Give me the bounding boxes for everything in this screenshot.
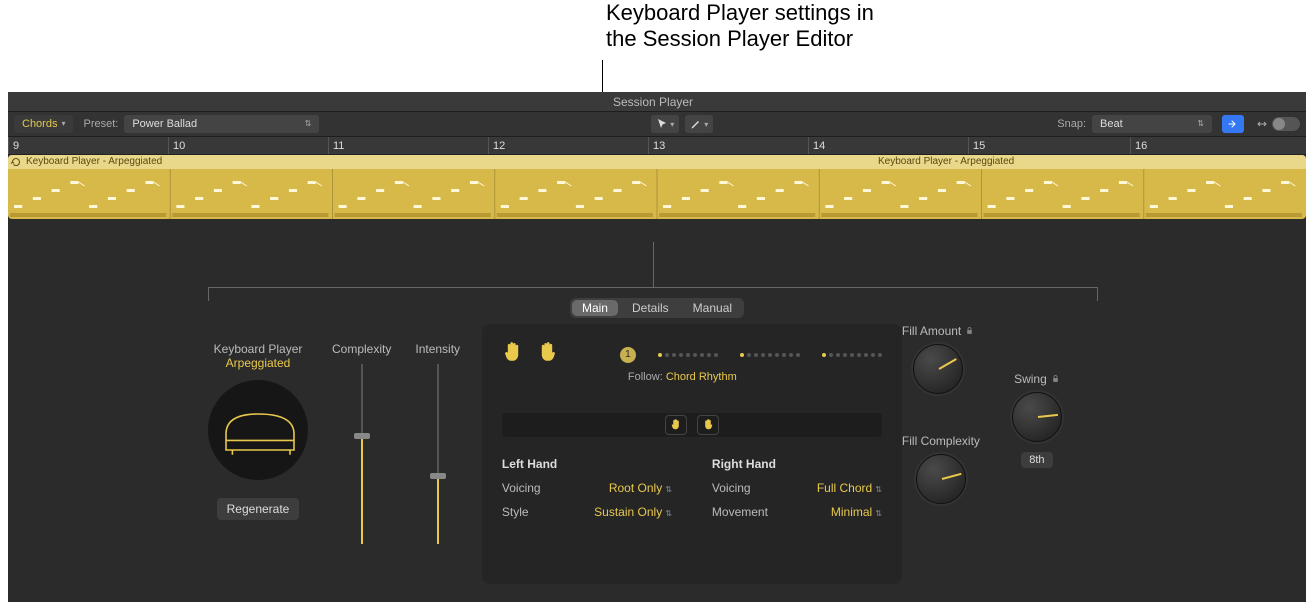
preset-label: Preset: [83, 118, 118, 130]
right-hand-column: Right Hand Voicing Full Chord⇅ Movement … [712, 457, 882, 529]
rh-movement-select[interactable]: Minimal⇅ [831, 505, 882, 519]
preset-select[interactable]: Power Ballad ⇅ [124, 115, 319, 133]
lock-icon[interactable] [1051, 372, 1060, 386]
tab-details[interactable]: Details [620, 298, 681, 318]
piano-icon [218, 400, 298, 460]
chevron-down-icon: ▾ [704, 120, 708, 129]
variation-strip-a[interactable] [658, 353, 718, 357]
fill-complexity-block: Fill Complexity [902, 434, 980, 510]
bar-marker: 16 [1130, 137, 1147, 154]
session-player-window: Session Player Chords ▾ Preset: Power Ba… [8, 92, 1306, 602]
intensity-label: Intensity [415, 342, 460, 356]
follow-label: Follow: [628, 371, 663, 383]
hand-preview-bar [502, 413, 882, 437]
intensity-slider-block: Intensity [415, 342, 460, 544]
loop-icon [10, 156, 22, 168]
swing-block: Swing 8th [1012, 372, 1062, 468]
follow-setting[interactable]: Follow: Chord Rhythm [628, 371, 882, 383]
complexity-slider-block: Complexity [332, 342, 391, 544]
swing-label: Swing [1014, 372, 1047, 386]
right-hand-title: Right Hand [712, 457, 882, 471]
catch-playhead-button[interactable] [1222, 115, 1244, 133]
rh-movement-label: Movement [712, 505, 768, 519]
region-name-1: Keyboard Player - Arpeggiated [26, 155, 162, 169]
snap-select[interactable]: Beat ⇅ [1092, 115, 1212, 133]
lh-voicing-select[interactable]: Root Only⇅ [609, 481, 672, 495]
swing-knob[interactable] [1012, 392, 1062, 442]
left-hand-icon[interactable] [502, 340, 524, 369]
region-name-2: Keyboard Player - Arpeggiated [878, 155, 1014, 169]
chord-track-label: Chords [22, 115, 57, 133]
rh-voicing-select[interactable]: Full Chord⇅ [817, 481, 882, 495]
chevron-down-icon: ▾ [670, 120, 674, 129]
fill-amount-label: Fill Amount [902, 324, 961, 338]
editor-toolbar: Chords ▾ Preset: Power Ballad ⇅ ▾ ▾ Snap… [8, 112, 1306, 137]
bar-marker: 13 [648, 137, 665, 154]
fill-amount-block: Fill Amount [902, 324, 974, 400]
region-midi-preview [8, 169, 1306, 219]
chord-track-button[interactable]: Chords ▾ [14, 115, 73, 133]
lh-style-select[interactable]: Sustain Only⇅ [594, 505, 672, 519]
auto-zoom-control [1256, 117, 1300, 131]
bracket-stem [653, 242, 654, 287]
follow-value: Chord Rhythm [666, 371, 737, 383]
bar-marker: 14 [808, 137, 825, 154]
regenerate-button[interactable]: Regenerate [217, 498, 300, 520]
fill-complexity-label: Fill Complexity [902, 434, 980, 448]
variation-strip-b[interactable] [740, 353, 800, 357]
preset-value: Power Ballad [132, 115, 197, 133]
lh-voicing-label: Voicing [502, 481, 541, 495]
lock-icon[interactable] [965, 324, 974, 338]
complexity-slider[interactable] [352, 364, 372, 544]
track-area: Keyboard Player - Arpeggiated Keyboard P… [8, 155, 1306, 223]
snap-value: Beat [1100, 115, 1123, 133]
intensity-slider[interactable] [428, 364, 448, 544]
knob-panel: Fill Amount Fill Complexity [902, 324, 1098, 584]
keyboard-player-block: Keyboard Player Arpeggiated Regenerate [208, 342, 308, 520]
region-header: Keyboard Player - Arpeggiated Keyboard P… [8, 155, 1306, 169]
bar-ruler[interactable]: 9 10 11 12 13 14 15 16 [8, 137, 1306, 155]
lh-style-label: Style [502, 505, 529, 519]
bar-marker: 11 [328, 137, 344, 154]
updown-icon: ⇅ [305, 115, 312, 133]
pointer-tool-button[interactable]: ▾ [651, 115, 679, 133]
mini-right-hand-button[interactable] [697, 415, 719, 435]
variation-badge[interactable]: 1 [620, 347, 636, 363]
fill-amount-knob[interactable] [913, 344, 963, 394]
rh-voicing-label: Voicing [712, 481, 751, 495]
right-hand-icon[interactable] [536, 340, 558, 369]
main-panel: 1 Follow: Chord Rhythm Left Hand [482, 324, 902, 584]
left-hand-column: Left Hand Voicing Root Only⇅ Style Susta… [502, 457, 672, 529]
annotation-text: Keyboard Player settings in the Session … [606, 0, 874, 53]
session-player-region[interactable]: Keyboard Player - Arpeggiated Keyboard P… [8, 155, 1306, 219]
session-player-editor: Keyboard Player Arpeggiated Regenerate C… [208, 324, 1098, 584]
chevron-down-icon: ▾ [61, 115, 65, 133]
bar-marker: 12 [488, 137, 505, 154]
tab-main[interactable]: Main [572, 300, 618, 316]
snap-label: Snap: [1057, 118, 1086, 130]
auto-zoom-toggle[interactable] [1272, 117, 1300, 131]
tab-manual[interactable]: Manual [681, 298, 744, 318]
mini-left-hand-button[interactable] [665, 415, 687, 435]
bar-marker: 10 [168, 137, 185, 154]
window-title: Session Player [8, 92, 1306, 112]
swing-division-button[interactable]: 8th [1021, 452, 1052, 468]
left-hand-title: Left Hand [502, 457, 672, 471]
pencil-tool-button[interactable]: ▾ [685, 115, 713, 133]
updown-icon: ⇅ [1197, 115, 1204, 133]
variation-strip-c[interactable] [822, 353, 882, 357]
keyboard-player-mode[interactable]: Arpeggiated [208, 356, 308, 370]
bar-marker: 15 [968, 137, 985, 154]
bar-marker: 9 [8, 137, 19, 154]
fill-complexity-knob[interactable] [916, 454, 966, 504]
view-tabs: Main Details Manual [8, 298, 1306, 318]
keyboard-player-label: Keyboard Player [208, 342, 308, 356]
complexity-label: Complexity [332, 342, 391, 356]
player-picker-button[interactable] [208, 380, 308, 480]
